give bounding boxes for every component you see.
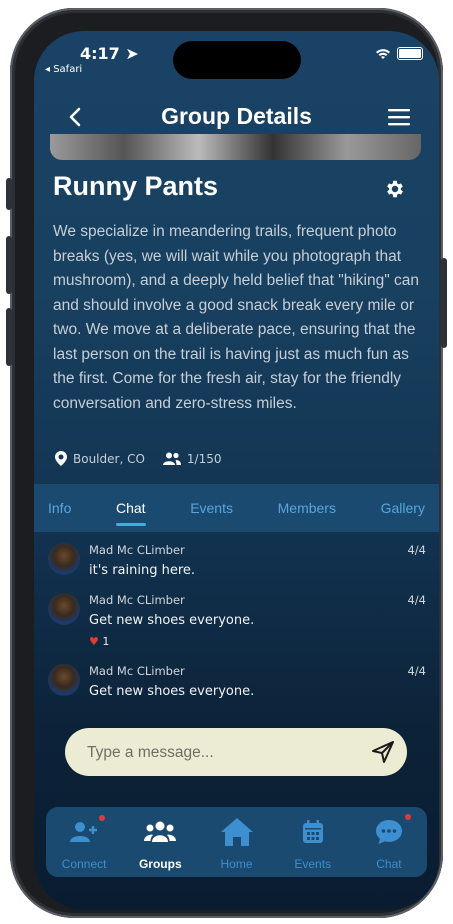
volume-up-button xyxy=(6,236,12,294)
heart-icon: ♥ xyxy=(89,635,99,648)
nav-label: Connect xyxy=(61,857,107,871)
tab-members[interactable]: Members xyxy=(278,494,336,522)
message-text: Get new shoes everyone. xyxy=(89,684,255,699)
message-text: Get new shoes everyone. xyxy=(89,613,255,628)
calendar-icon xyxy=(302,817,324,847)
back-to-app-link[interactable]: ◂ Safari xyxy=(45,64,82,75)
nav-connect[interactable]: Connect xyxy=(46,807,122,877)
group-description: We specialize in meandering trails, freq… xyxy=(53,223,419,412)
status-time: 4:17 ➤ xyxy=(80,44,139,63)
add-person-icon xyxy=(69,815,106,847)
nav-label: Events xyxy=(294,857,332,871)
send-icon[interactable] xyxy=(371,740,395,764)
group-name: Runny Pants xyxy=(53,171,219,201)
nav-label: Chat xyxy=(376,857,402,871)
home-icon xyxy=(220,817,254,847)
avatar[interactable] xyxy=(48,664,80,696)
group-member-count: 1/150 xyxy=(186,451,222,466)
message-date: 4/4 xyxy=(407,593,426,607)
power-button xyxy=(441,258,447,348)
message-date: 4/4 xyxy=(407,543,426,557)
wifi-icon xyxy=(376,48,390,59)
reaction-count: 1 xyxy=(102,635,110,648)
group-cover-image xyxy=(50,134,421,160)
message-author: Mad Mc CLimber xyxy=(89,543,185,557)
tab-gallery[interactable]: Gallery xyxy=(381,494,425,522)
nav-groups[interactable]: Groups xyxy=(122,807,198,877)
message-author: Mad Mc CLimber xyxy=(89,664,185,678)
nav-chat[interactable]: Chat xyxy=(351,807,427,877)
chat-message: Mad Mc CLimber 4/4 it's raining here. xyxy=(48,543,426,579)
page-title: Group Details xyxy=(161,103,312,129)
group-meta: Boulder, CO 1/150 xyxy=(55,451,222,466)
nav-label: Groups xyxy=(138,857,182,871)
action-button xyxy=(6,178,12,210)
location-arrow-icon: ➤ xyxy=(125,44,139,63)
members-icon xyxy=(162,452,181,465)
chat-message: Mad Mc CLimber 4/4 Get new shoes everyon… xyxy=(48,664,426,700)
notification-dot xyxy=(404,814,411,820)
message-composer xyxy=(65,728,407,778)
group-tabs: Info Chat Events Members Gallery xyxy=(34,484,439,532)
group-location: Boulder, CO xyxy=(73,451,145,466)
nav-label: Home xyxy=(220,857,253,871)
message-date: 4/4 xyxy=(407,664,426,678)
notification-dot xyxy=(99,815,106,821)
tab-info[interactable]: Info xyxy=(48,494,71,522)
app-screen: 4:17 ➤ ◂ Safari Group Details Runny Pant… xyxy=(34,31,439,910)
hamburger-menu-icon[interactable] xyxy=(387,107,411,127)
message-text: it's raining here. xyxy=(89,563,196,578)
message-input[interactable] xyxy=(85,728,359,778)
groups-icon xyxy=(144,817,177,847)
app-header: Group Details xyxy=(34,101,439,137)
location-pin-icon xyxy=(55,451,67,466)
message-reaction[interactable]: ♥ 1 xyxy=(89,635,109,648)
chat-bubble-icon xyxy=(375,814,411,847)
status-icons xyxy=(375,47,423,60)
volume-down-button xyxy=(6,308,12,366)
nav-home[interactable]: Home xyxy=(198,807,274,877)
dynamic-island xyxy=(173,41,301,79)
battery-icon xyxy=(397,47,423,60)
chat-message: Mad Mc CLimber 4/4 Get new shoes everyon… xyxy=(48,593,426,651)
phone-frame: 4:17 ➤ ◂ Safari Group Details Runny Pant… xyxy=(6,8,447,918)
tab-chat[interactable]: Chat xyxy=(115,494,146,526)
tab-events[interactable]: Events xyxy=(190,494,233,522)
avatar[interactable] xyxy=(48,593,80,625)
nav-events[interactable]: Events xyxy=(275,807,351,877)
bottom-navigation: Connect Groups Home Events Chat xyxy=(46,807,427,877)
gear-icon[interactable] xyxy=(384,178,406,200)
message-author: Mad Mc CLimber xyxy=(89,593,185,607)
avatar[interactable] xyxy=(48,543,80,575)
